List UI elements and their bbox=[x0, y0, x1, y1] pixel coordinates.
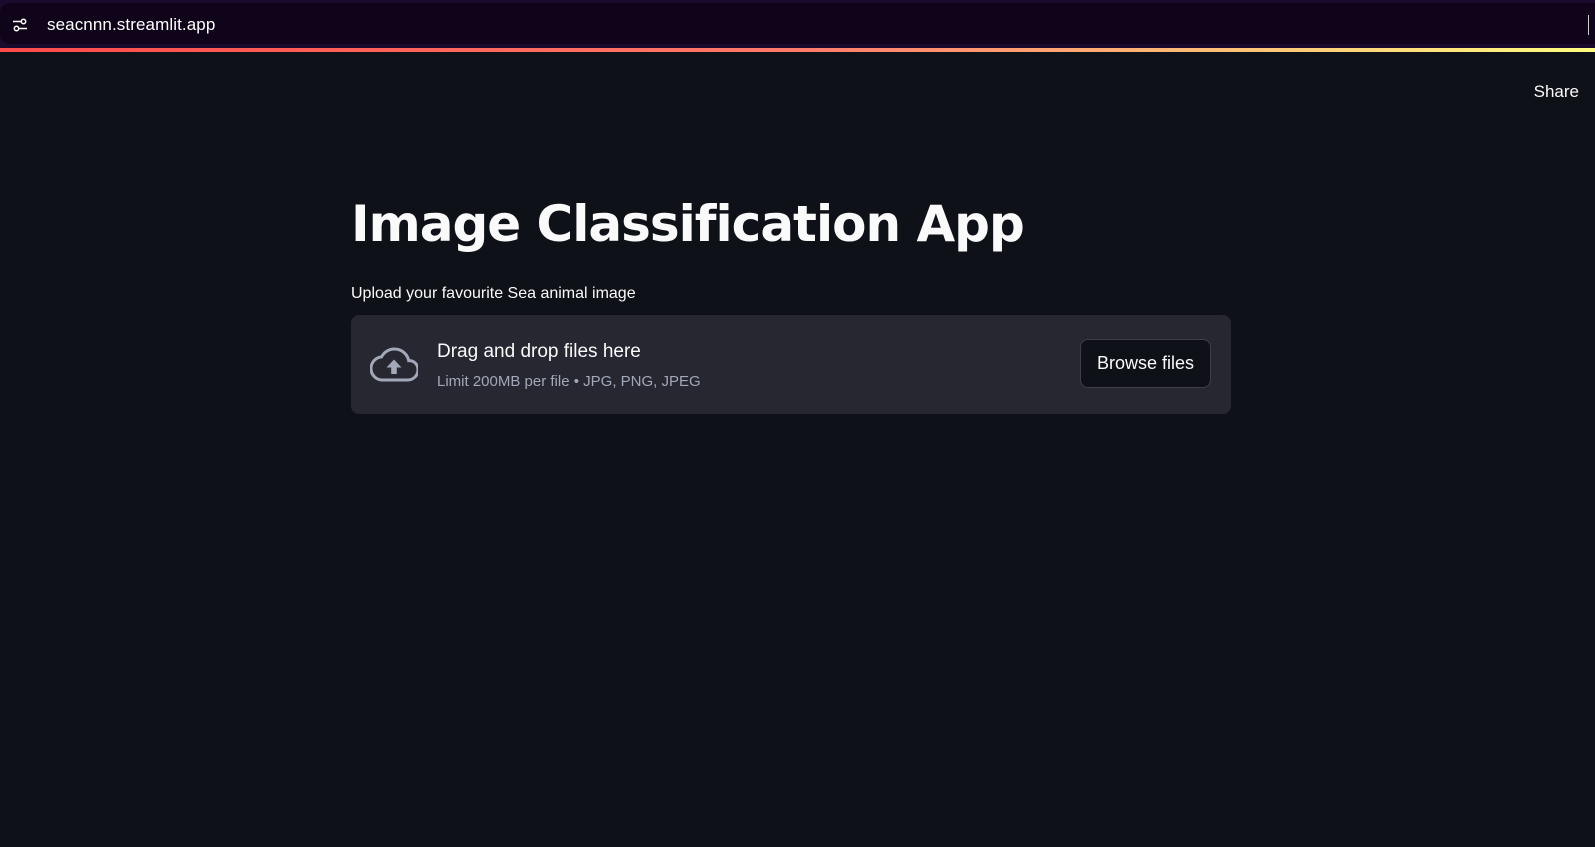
browser-bar: seacnnn.streamlit.app bbox=[0, 0, 1595, 48]
page-title: Image Classification App bbox=[351, 195, 1025, 253]
share-button[interactable]: Share bbox=[1534, 82, 1579, 102]
tune-icon[interactable] bbox=[12, 17, 28, 33]
text-caret bbox=[1588, 15, 1589, 35]
main-content: Image Classification App Upload your fav… bbox=[351, 190, 1231, 414]
url-text[interactable]: seacnnn.streamlit.app bbox=[47, 15, 215, 35]
dropzone-limits: Limit 200MB per file • JPG, PNG, JPEG bbox=[437, 373, 701, 390]
address-bar[interactable]: seacnnn.streamlit.app bbox=[0, 3, 1595, 44]
dropzone-title: Drag and drop files here bbox=[437, 341, 641, 362]
app-header: Share bbox=[0, 52, 1595, 132]
file-dropzone[interactable]: Drag and drop files here Limit 200MB per… bbox=[351, 315, 1231, 414]
browse-files-button[interactable]: Browse files bbox=[1080, 339, 1211, 388]
cloud-upload-icon bbox=[370, 347, 418, 382]
uploader-label: Upload your favourite Sea animal image bbox=[351, 285, 636, 302]
